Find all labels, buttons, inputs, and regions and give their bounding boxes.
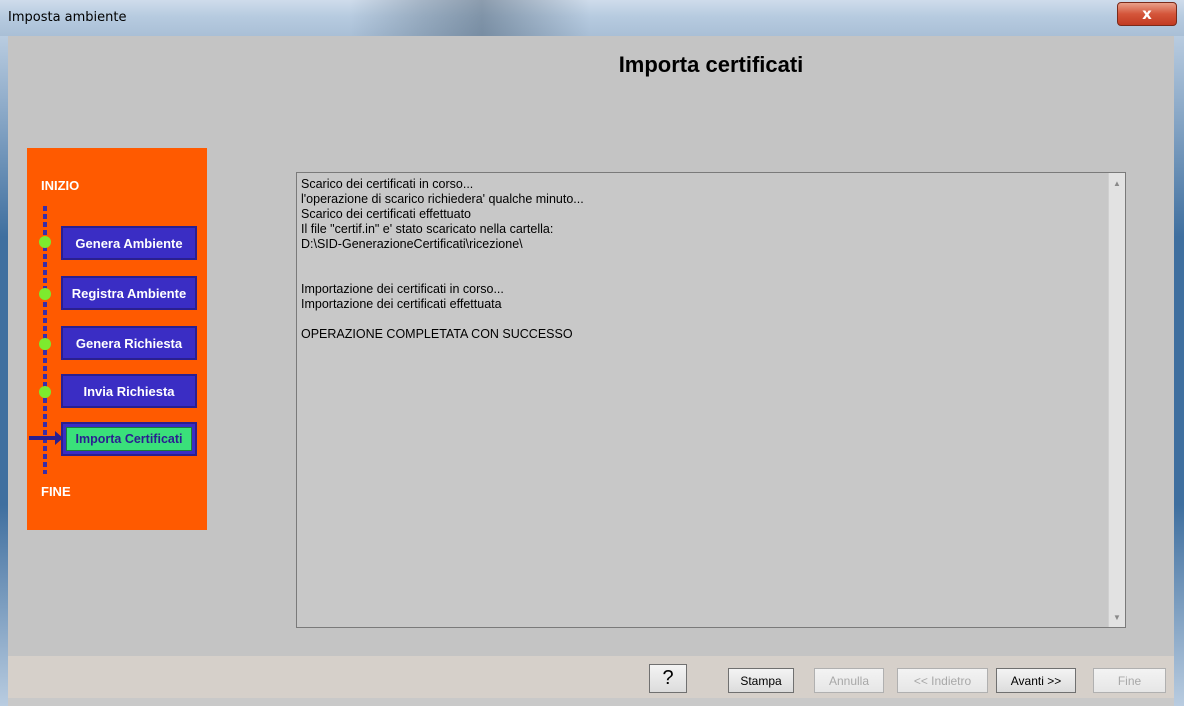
scroll-up-icon[interactable]: ▲ bbox=[1109, 175, 1125, 191]
title-bar-decoration bbox=[350, 0, 590, 36]
step-done-indicator bbox=[39, 236, 51, 248]
log-line: OPERAZIONE COMPLETATA CON SUCCESSO bbox=[301, 327, 573, 341]
step-genera-ambiente[interactable]: Genera Ambiente bbox=[61, 226, 197, 260]
log-output: Scarico dei certificati in corso... l'ope… bbox=[301, 177, 1101, 342]
avanti-button[interactable]: Avanti >> bbox=[996, 668, 1076, 693]
close-button[interactable]: x bbox=[1117, 2, 1177, 26]
indietro-button[interactable]: << Indietro bbox=[897, 668, 988, 693]
step-invia-richiesta[interactable]: Invia Richiesta bbox=[61, 374, 197, 408]
wizard-steps-panel: INIZIO Genera Ambiente Registra Ambiente… bbox=[27, 148, 207, 530]
step-label: Registra Ambiente bbox=[71, 285, 187, 301]
wizard-start-label: INIZIO bbox=[41, 178, 80, 193]
log-line: Importazione dei certificati in corso... bbox=[301, 282, 504, 296]
client-area: Importa certificati INIZIO Genera Ambien… bbox=[8, 36, 1174, 698]
step-registra-ambiente[interactable]: Registra Ambiente bbox=[61, 276, 197, 310]
close-icon: x bbox=[1142, 5, 1152, 23]
log-line: l'operazione di scarico richiedera' qual… bbox=[301, 192, 584, 206]
log-line: Importazione dei certificati effettuata bbox=[301, 297, 502, 311]
page-title: Importa certificati bbox=[618, 52, 804, 77]
current-step-arrow-icon bbox=[29, 431, 63, 445]
scroll-down-icon[interactable]: ▼ bbox=[1109, 609, 1125, 625]
step-done-indicator bbox=[39, 338, 51, 350]
log-line: D:\SID-GenerazioneCertificati\ricezione\ bbox=[301, 237, 523, 251]
step-genera-richiesta[interactable]: Genera Richiesta bbox=[61, 326, 197, 360]
step-importa-certificati[interactable]: Importa Certificati bbox=[61, 422, 197, 456]
vertical-scrollbar[interactable]: ▲ ▼ bbox=[1108, 173, 1125, 627]
window-left-border bbox=[0, 36, 8, 706]
log-line: Scarico dei certificati effettuato bbox=[301, 207, 471, 221]
button-bar: ? Stampa Annulla << Indietro Avanti >> F… bbox=[8, 656, 1174, 698]
annulla-button[interactable]: Annulla bbox=[814, 668, 884, 693]
step-label: Invia Richiesta bbox=[83, 383, 175, 399]
stampa-button[interactable]: Stampa bbox=[728, 668, 794, 693]
title-bar: Imposta ambiente x bbox=[0, 0, 1184, 36]
fine-button[interactable]: Fine bbox=[1093, 668, 1166, 693]
app-window: Imposta ambiente x Importa certificati I… bbox=[0, 0, 1184, 706]
step-label: Genera Richiesta bbox=[75, 335, 183, 351]
window-right-border bbox=[1174, 36, 1184, 706]
help-button[interactable]: ? bbox=[649, 664, 687, 693]
step-done-indicator bbox=[39, 288, 51, 300]
log-line: Scarico dei certificati in corso... bbox=[301, 177, 474, 191]
log-textarea[interactable]: Scarico dei certificati in corso... l'ope… bbox=[296, 172, 1126, 628]
log-line: Il file "certif.in" e' stato scaricato n… bbox=[301, 222, 554, 236]
step-label: Genera Ambiente bbox=[75, 235, 183, 251]
wizard-end-label: FINE bbox=[41, 484, 71, 499]
step-done-indicator bbox=[39, 386, 51, 398]
step-label: Importa Certificati bbox=[66, 427, 192, 451]
window-title: Imposta ambiente bbox=[8, 10, 127, 25]
